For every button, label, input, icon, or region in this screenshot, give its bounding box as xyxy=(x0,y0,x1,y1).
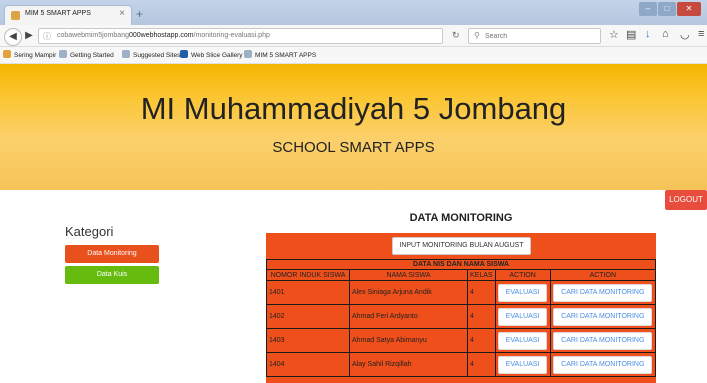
nis-cell: 1403 xyxy=(266,328,350,353)
tab-favicon-icon xyxy=(11,11,20,20)
cari-data-monitoring-button[interactable]: CARI DATA MONITORING xyxy=(553,355,653,374)
table-row: 1402 Ahmad Feri Ardyanto 4 EVALUASI CARI… xyxy=(266,304,657,329)
logout-button[interactable]: LOGOUT xyxy=(665,190,707,210)
maximize-icon[interactable]: □ xyxy=(658,2,676,16)
input-monitoring-button[interactable]: INPUT MONITORING BULAN AUGUST xyxy=(392,237,531,255)
bookmark-star-icon[interactable]: ☆ xyxy=(609,28,619,41)
nis-cell: 1401 xyxy=(266,280,350,305)
back-arrow-icon[interactable]: ◀ xyxy=(4,28,22,46)
evaluasi-button[interactable]: EVALUASI xyxy=(497,331,548,350)
evaluasi-button[interactable]: EVALUASI xyxy=(497,307,548,326)
home-icon[interactable]: ⌂ xyxy=(662,28,669,40)
search-input[interactable] xyxy=(485,31,595,42)
search-box[interactable]: ⚲ xyxy=(468,28,601,44)
bookmark-item[interactable]: Sering Mampir xyxy=(3,50,56,59)
page-subtitle: SCHOOL SMART APPS xyxy=(272,139,435,156)
navigation-bar: ◀ ▶ ⓘ cobawebmim5jombang000webhostapp.co… xyxy=(0,25,707,47)
header-banner xyxy=(0,64,707,190)
nis-cell: 1404 xyxy=(266,352,350,377)
url-text: cobawebmim5jombang000webhostapp.com/moni… xyxy=(57,32,270,39)
reload-icon[interactable]: ↻ xyxy=(452,30,460,41)
evaluasi-button[interactable]: EVALUASI xyxy=(497,355,548,374)
address-bar[interactable]: ⓘ cobawebmim5jombang000webhostapp.com/mo… xyxy=(38,28,443,44)
sidebar-item-data-monitoring[interactable]: Data Monitoring xyxy=(65,245,159,263)
kelas-cell: 4 xyxy=(467,352,496,377)
minimize-icon[interactable]: – xyxy=(639,2,657,16)
cari-data-monitoring-button[interactable]: CARI DATA MONITORING xyxy=(553,283,653,302)
page-icon xyxy=(244,50,252,58)
column-header: ACTION xyxy=(549,269,657,281)
sidebar-item-data-kuis[interactable]: Data Kuis xyxy=(65,266,159,284)
bookmark-item[interactable]: Getting Started xyxy=(59,50,114,59)
bookmark-item[interactable]: Suggested Sites xyxy=(122,50,180,59)
site-info-icon[interactable]: ⓘ xyxy=(43,31,51,42)
table-caption: DATA NIS DAN NAMA SISWA xyxy=(266,259,656,270)
sidebar-heading: Kategori xyxy=(65,224,114,239)
reading-list-icon[interactable]: ▤ xyxy=(626,28,636,41)
name-cell: Ahmad Satya Abimanyu xyxy=(349,328,468,353)
forward-arrow-icon[interactable]: ▶ xyxy=(21,28,37,44)
cari-data-monitoring-button[interactable]: CARI DATA MONITORING xyxy=(553,331,653,350)
nis-cell: 1402 xyxy=(266,304,350,329)
section-title: DATA MONITORING xyxy=(409,212,513,224)
table-row: 1403 Ahmad Satya Abimanyu 4 EVALUASI CAR… xyxy=(266,328,657,353)
bookmarks-toolbar: Sering Mampir Getting Started Suggested … xyxy=(0,47,707,64)
folder-icon xyxy=(3,50,11,58)
bookmark-item[interactable]: MIM 5 SMART APPS xyxy=(244,50,316,59)
tab-close-icon[interactable]: × xyxy=(119,8,125,19)
column-header: KELAS xyxy=(467,269,496,281)
column-header: ACTION xyxy=(494,269,551,281)
pocket-icon[interactable]: ◡ xyxy=(680,28,690,41)
kelas-cell: 4 xyxy=(467,328,496,353)
web-slice-icon xyxy=(180,50,188,58)
kelas-cell: 4 xyxy=(467,304,496,329)
evaluasi-button[interactable]: EVALUASI xyxy=(497,283,548,302)
table-row: 1401 Alex Siniaga Arjuna Andik 4 EVALUAS… xyxy=(266,280,657,305)
tab-title: MIM 5 SMART APPS xyxy=(25,10,91,17)
download-icon[interactable]: ↓ xyxy=(645,28,651,40)
kelas-cell: 4 xyxy=(467,280,496,305)
table-row: 1404 Alay Sahil Rizqillah 4 EVALUASI CAR… xyxy=(266,352,657,377)
page-title: MI Muhammadiyah 5 Jombang xyxy=(140,91,567,126)
bookmark-item[interactable]: Web Slice Gallery xyxy=(180,50,243,59)
cari-data-monitoring-button[interactable]: CARI DATA MONITORING xyxy=(553,307,653,326)
name-cell: Alex Siniaga Arjuna Andik xyxy=(349,280,468,305)
column-header: NAMA SISWA xyxy=(349,269,468,281)
window-close-icon[interactable]: ✕ xyxy=(677,2,701,16)
page-icon xyxy=(59,50,67,58)
browser-tab[interactable]: MIM 5 SMART APPS × xyxy=(4,5,132,25)
page-icon xyxy=(122,50,130,58)
search-icon: ⚲ xyxy=(474,31,480,40)
column-header: NOMOR INDUK SISWA xyxy=(266,269,350,281)
window-controls: – □ ✕ xyxy=(639,2,701,17)
name-cell: Alay Sahil Rizqillah xyxy=(349,352,468,377)
new-tab-button[interactable]: + xyxy=(136,7,143,21)
menu-icon[interactable]: ≡ xyxy=(698,28,704,40)
student-table: DATA NIS DAN NAMA SISWA NOMOR INDUK SISW… xyxy=(266,259,657,377)
name-cell: Ahmad Feri Ardyanto xyxy=(349,304,468,329)
